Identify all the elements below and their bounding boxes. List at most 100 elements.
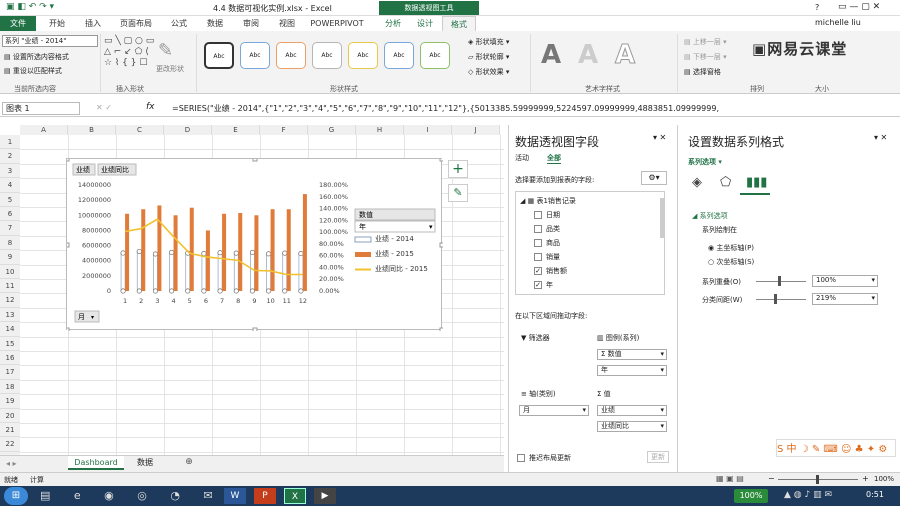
zoom-plus[interactable]: +: [862, 474, 869, 483]
pivot-field-item[interactable]: 销量: [534, 252, 560, 262]
send-backward-button[interactable]: ▤ 下移一层 ▾: [684, 52, 727, 62]
fill-line-icon[interactable]: ◈: [692, 175, 702, 190]
row-header[interactable]: 5: [0, 192, 20, 207]
tab-analyze[interactable]: 分析: [378, 16, 408, 31]
tab-view[interactable]: 视图: [270, 16, 304, 31]
effects-pentagon-icon[interactable]: ⬠: [720, 175, 731, 190]
overlap-slider-handle[interactable]: [778, 276, 781, 286]
pivot-tab-all[interactable]: 全部: [547, 153, 561, 164]
pivot-field-scrollbar[interactable]: [660, 198, 665, 238]
wordart-style-3[interactable]: A: [614, 40, 635, 71]
pivot-field-checkbox[interactable]: [534, 225, 542, 233]
secondary-axis-radio[interactable]: ○ 次坐标轴(S): [708, 257, 754, 267]
gap-slider-track[interactable]: [756, 299, 806, 300]
shape-style-6[interactable]: Abc: [384, 42, 414, 69]
zoom-slider-handle[interactable]: [816, 475, 819, 484]
shape-style-2[interactable]: Abc: [240, 42, 270, 69]
tab-powerpivot[interactable]: POWERPIVOT: [306, 16, 368, 31]
gap-value-input[interactable]: 219%: [812, 293, 878, 305]
shape-effects-button[interactable]: ◇ 形状效果 ▾: [468, 67, 509, 77]
pivot-settings-gear-icon[interactable]: ⚙▾: [641, 171, 667, 185]
update-button[interactable]: 更新: [647, 451, 669, 463]
gap-slider-handle[interactable]: [774, 294, 777, 304]
row-header[interactable]: 14: [0, 322, 20, 337]
legend-field-year[interactable]: 年: [597, 365, 667, 376]
format-pane-close[interactable]: ▾ ✕: [874, 133, 887, 142]
excel-taskbar-icon[interactable]: X: [284, 488, 306, 504]
row-header[interactable]: 21: [0, 423, 20, 438]
shapes-gallery[interactable]: ▭ ╲ ▢ ○ ▭ △ ⌐ ↙ ⬠ ⟨ ☆ ⌇ { } ☐: [104, 36, 156, 80]
values-field-sales[interactable]: 业绩: [597, 405, 667, 416]
view-mode-icons[interactable]: ▦ ▣ ▤: [716, 474, 744, 483]
format-selection-button[interactable]: ▤ 设置所选内容格式: [4, 52, 69, 62]
pivot-field-item[interactable]: ✓ 年: [534, 280, 553, 290]
row-header[interactable]: 20: [0, 408, 20, 423]
ime-toolbar[interactable]: S 中 ☽ ✎ ⌨ ☺ ♣ ✦ ⚙: [776, 439, 896, 457]
legend-year-dropdown-button[interactable]: [354, 220, 436, 233]
row-header[interactable]: 3: [0, 163, 20, 179]
defer-update-checkbox[interactable]: 推迟布局更新: [517, 453, 571, 463]
row-header[interactable]: 15: [0, 336, 20, 351]
primary-axis-radio[interactable]: ◉ 主坐标轴(P): [708, 243, 754, 253]
fx-button[interactable]: fx: [146, 102, 155, 112]
row-header[interactable]: 18: [0, 379, 20, 395]
column-header[interactable]: D: [164, 125, 212, 135]
overlap-value-input[interactable]: 100%: [812, 275, 878, 287]
tab-insert[interactable]: 插入: [76, 16, 110, 31]
selection-pane-button[interactable]: ▤ 选择窗格: [684, 67, 721, 77]
series-options-dropdown[interactable]: 系列选项 ▾: [688, 157, 722, 167]
pivot-chart[interactable]: 业绩 业绩同比 0 2000000 4000000 6000000 8000000 10000…: [64, 156, 445, 333]
pivot-field-item[interactable]: 日期: [534, 210, 560, 220]
pivot-table-node[interactable]: ◢ ▦ 表1销售记录: [520, 196, 576, 206]
wordart-style-2[interactable]: A: [578, 40, 598, 70]
column-header[interactable]: E: [212, 125, 260, 135]
series-options-bar-icon[interactable]: ▮▮▮: [746, 175, 767, 190]
column-header[interactable]: B: [68, 125, 116, 135]
change-shape-icon[interactable]: ✎: [158, 40, 173, 61]
column-header[interactable]: I: [404, 125, 452, 135]
column-header[interactable]: C: [116, 125, 164, 135]
column-header[interactable]: G: [308, 125, 356, 135]
row-header[interactable]: 1: [0, 135, 20, 150]
bring-forward-button[interactable]: ▤ 上移一层 ▾: [684, 37, 727, 47]
row-header[interactable]: 8: [0, 235, 20, 251]
row-header[interactable]: 7: [0, 221, 20, 236]
row-header[interactable]: 22: [0, 437, 20, 452]
row-header[interactable]: 11: [0, 279, 20, 294]
chart-element-selector[interactable]: 系列 "业绩 - 2014": [2, 35, 98, 47]
pivot-field-checkbox[interactable]: ✓: [534, 267, 542, 275]
video-taskbar-icon[interactable]: ▶: [314, 488, 336, 504]
quick-access-icons[interactable]: ▣ ◧ ↶ ↷ ▾: [6, 2, 54, 12]
tab-formulas[interactable]: 公式: [162, 16, 196, 31]
tab-page-layout[interactable]: 页面布局: [112, 16, 160, 31]
column-header[interactable]: A: [20, 125, 68, 135]
chart-canvas[interactable]: 业绩 业绩同比 0 2000000 4000000 6000000 8000000 10000…: [64, 156, 445, 333]
tab-format[interactable]: 格式: [442, 16, 476, 31]
taskbar-app-icons[interactable]: ▤ e ◉ ◎ ◔ ✉: [40, 489, 223, 502]
pivot-field-checkbox[interactable]: [534, 253, 542, 261]
pivot-field-checkbox[interactable]: [534, 239, 542, 247]
pivot-pane-close[interactable]: ▾ ✕: [653, 133, 666, 142]
shape-fill-button[interactable]: ◈ 形状填充 ▾: [468, 37, 509, 47]
user-name[interactable]: michelle liu: [815, 18, 861, 27]
defer-checkbox-box[interactable]: [517, 454, 525, 462]
row-header[interactable]: 4: [0, 178, 20, 193]
help-icon[interactable]: ?: [815, 3, 819, 12]
reset-match-button[interactable]: ▤ 重设以匹配样式: [4, 66, 62, 76]
legend-field-values[interactable]: Σ 数值: [597, 349, 667, 360]
wordart-style-1[interactable]: A: [541, 40, 561, 70]
powerpoint-taskbar-icon[interactable]: P: [254, 488, 276, 504]
column-header[interactable]: H: [356, 125, 404, 135]
column-header[interactable]: J: [452, 125, 500, 135]
row-header[interactable]: 13: [0, 307, 20, 323]
row-header[interactable]: 12: [0, 293, 20, 308]
pivot-field-item[interactable]: 商品: [534, 238, 560, 248]
row-header[interactable]: 9: [0, 250, 20, 265]
overlap-slider-track[interactable]: [756, 281, 806, 282]
shape-style-7[interactable]: Abc: [420, 42, 450, 69]
pivot-field-list[interactable]: ◢ ▦ 表1销售记录 日期 品类 商品 销量 ✓ 销售额 ✓ 年: [515, 191, 665, 295]
shape-style-5[interactable]: Abc: [348, 42, 378, 69]
add-sheet-button[interactable]: ⊕: [182, 456, 196, 470]
shape-style-1[interactable]: Abc: [204, 42, 234, 69]
chart-styles-brush-icon[interactable]: ✎: [448, 184, 468, 202]
